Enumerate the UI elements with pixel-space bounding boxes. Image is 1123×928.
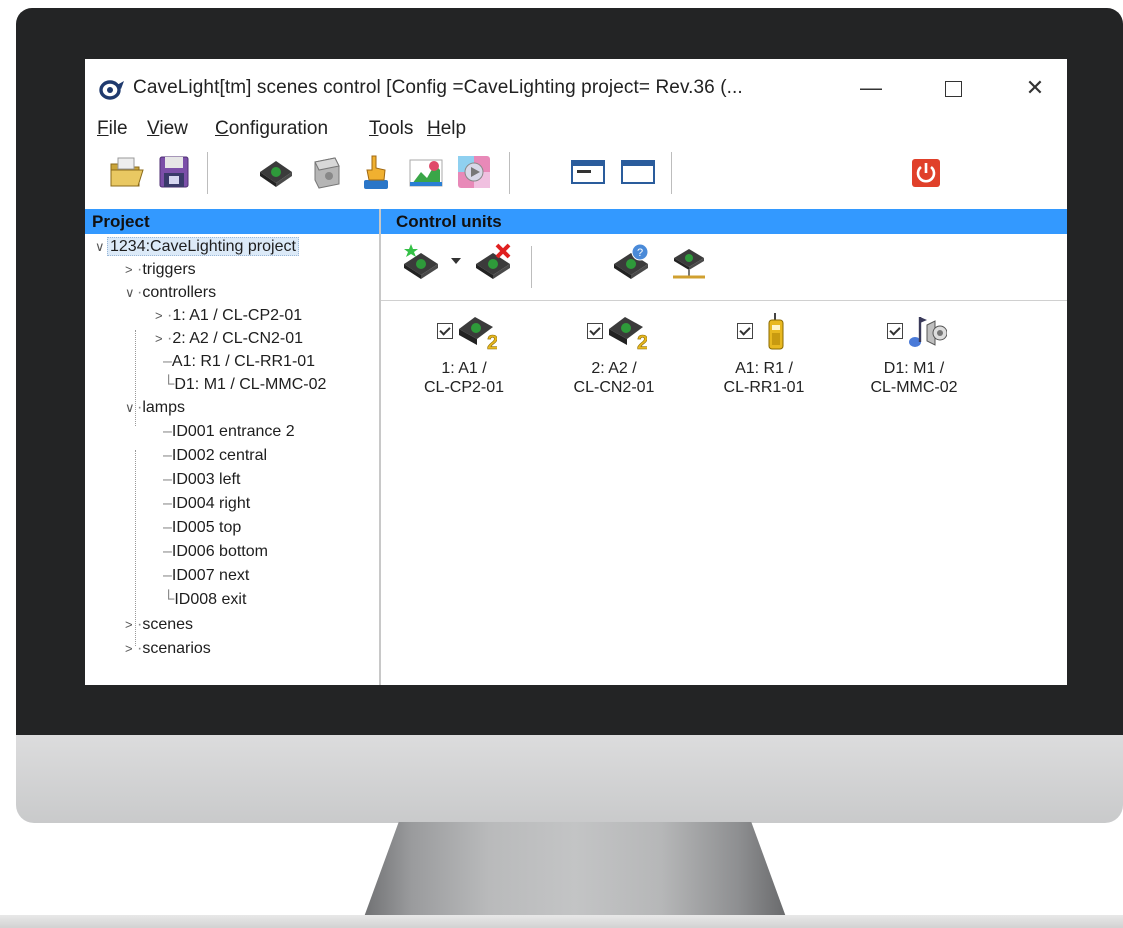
project-panel-header: Project (85, 209, 379, 234)
main-toolbar (85, 146, 1067, 204)
toolbar-separator (671, 152, 672, 194)
controller-2-icon: 2 (609, 317, 647, 351)
control-unit-tile[interactable]: A1: R1 / CL-RR1-01 (699, 311, 829, 397)
tree-item-controller[interactable]: > ·1: A1 / CL-CP2-01 (155, 305, 302, 327)
monitor-stand (360, 822, 790, 928)
svg-text:2: 2 (637, 332, 647, 351)
window-list-icon[interactable] (569, 152, 607, 192)
tree-item-controller[interactable]: –A1: R1 / CL-RR1-01 (163, 351, 315, 373)
svg-text:2: 2 (487, 332, 497, 351)
tree-item-lamp[interactable]: –ID003 left (163, 469, 240, 491)
save-disk-icon[interactable] (155, 152, 193, 192)
chevron-down-icon: ∨ (125, 285, 135, 300)
chevron-right-icon: > (125, 617, 133, 632)
tree-root-project[interactable]: ∨ 1234:CaveLighting project (95, 236, 299, 258)
window-title: CaveLight[tm] scenes control [Config =Ca… (133, 77, 743, 98)
svg-text:?: ? (637, 247, 643, 259)
device-info-icon[interactable]: ? (611, 242, 651, 282)
window-panel-icon[interactable] (619, 152, 657, 192)
menu-view[interactable]: View (147, 118, 188, 140)
hand-pointer-icon[interactable] (357, 152, 395, 192)
chevron-right-icon: > (155, 308, 163, 323)
unit-label-model: CL-RR1-01 (723, 379, 805, 396)
app-window: CaveLight[tm] scenes control [Config =Ca… (85, 59, 1067, 685)
remote-icon (768, 313, 784, 350)
toolbar-separator (531, 246, 532, 288)
unit-checkbox[interactable] (587, 323, 603, 339)
tree-item-controllers[interactable]: ∨ ·controllers (125, 282, 216, 304)
control-unit-tile[interactable]: 2 1: A1 / CL-CP2-01 (399, 311, 529, 397)
monitor-chin (16, 735, 1123, 823)
unit-label-model: CL-MMC-02 (870, 379, 958, 396)
chevron-down-icon: ∨ (95, 239, 105, 254)
tree-item-lamp[interactable]: –ID005 top (163, 517, 241, 539)
unit-label-model: CL-CP2-01 (423, 379, 505, 396)
control-units-header: Control units (381, 209, 1067, 234)
network-device-icon[interactable] (669, 242, 709, 282)
remove-device-icon[interactable] (473, 242, 513, 282)
gray-device-icon[interactable] (307, 152, 345, 192)
minimize-button[interactable]: — (851, 73, 891, 103)
menu-tools[interactable]: Tools (369, 118, 413, 140)
control-units-panel: Control units ? 2 1: A1 / CL-CP2-01 2 2:… (381, 209, 1067, 685)
project-panel: Project ∨ 1234:CaveLighting project > ·tri… (85, 209, 381, 685)
app-logo-icon (99, 80, 124, 100)
menu-configuration[interactable]: Configuration (215, 118, 328, 140)
toolbar-separator (509, 152, 510, 194)
close-button[interactable]: ✕ (1015, 73, 1055, 103)
maximize-icon (944, 81, 962, 98)
menu-help[interactable]: Help (427, 118, 466, 140)
tree-item-controller[interactable]: > ·2: A2 / CL-CN2-01 (155, 328, 303, 350)
tree-item-lamp[interactable]: –ID004 right (163, 493, 250, 515)
tree-item-lamp[interactable]: –ID001 entrance 2 (163, 421, 295, 443)
music-icon (909, 317, 947, 347)
control-unit-tile[interactable]: D1: M1 / CL-MMC-02 (849, 311, 979, 397)
unit-label-name: A1: R1 / (735, 360, 793, 377)
tree-item-lamps[interactable]: ∨ ·lamps (125, 397, 185, 419)
title-bar: CaveLight[tm] scenes control [Config =Ca… (85, 59, 1067, 115)
unit-label-name: D1: M1 / (883, 360, 945, 377)
play-scene-icon[interactable] (455, 152, 493, 192)
controller-2-icon: 2 (459, 317, 497, 351)
tree-item-lamp[interactable]: └ID008 exit (163, 589, 246, 611)
menu-file[interactable]: File (97, 118, 128, 140)
add-device-icon[interactable] (401, 242, 441, 282)
chevron-right-icon: > (125, 262, 133, 277)
chevron-right-icon: > (125, 641, 133, 656)
tree-item-lamp[interactable]: –ID002 central (163, 445, 267, 467)
unit-label-model: CL-CN2-01 (573, 379, 655, 396)
chart-image-icon[interactable] (407, 152, 445, 192)
unit-label-name: 1: A1 / (441, 360, 487, 377)
tree-item-controller[interactable]: └D1: M1 / CL-MMC-02 (163, 374, 326, 396)
tree-item-scenarios[interactable]: > ·scenarios (125, 638, 211, 660)
dropdown-arrow-icon[interactable] (451, 258, 461, 264)
tree-item-triggers[interactable]: > ·triggers (125, 259, 196, 281)
menu-bar: File View Configuration Tools Help (85, 115, 1067, 145)
control-units-toolbar: ? (381, 234, 1067, 301)
maximize-button[interactable] (933, 73, 973, 103)
power-off-icon[interactable] (907, 152, 945, 192)
controller-device-icon[interactable] (257, 152, 295, 192)
tree-item-lamp[interactable]: –ID006 bottom (163, 541, 268, 563)
toolbar-separator (207, 152, 208, 194)
unit-checkbox[interactable] (737, 323, 753, 339)
open-folder-icon[interactable] (107, 152, 145, 192)
tree-item-lamp[interactable]: –ID007 next (163, 565, 249, 587)
unit-checkbox[interactable] (437, 323, 453, 339)
unit-label-name: 2: A2 / (591, 360, 637, 377)
tree-item-scenes[interactable]: > ·scenes (125, 614, 193, 636)
stand-base (0, 915, 1123, 928)
unit-checkbox[interactable] (887, 323, 903, 339)
chevron-down-icon: ∨ (125, 400, 135, 415)
control-unit-tile[interactable]: 2 2: A2 / CL-CN2-01 (549, 311, 679, 397)
chevron-right-icon: > (155, 331, 163, 346)
